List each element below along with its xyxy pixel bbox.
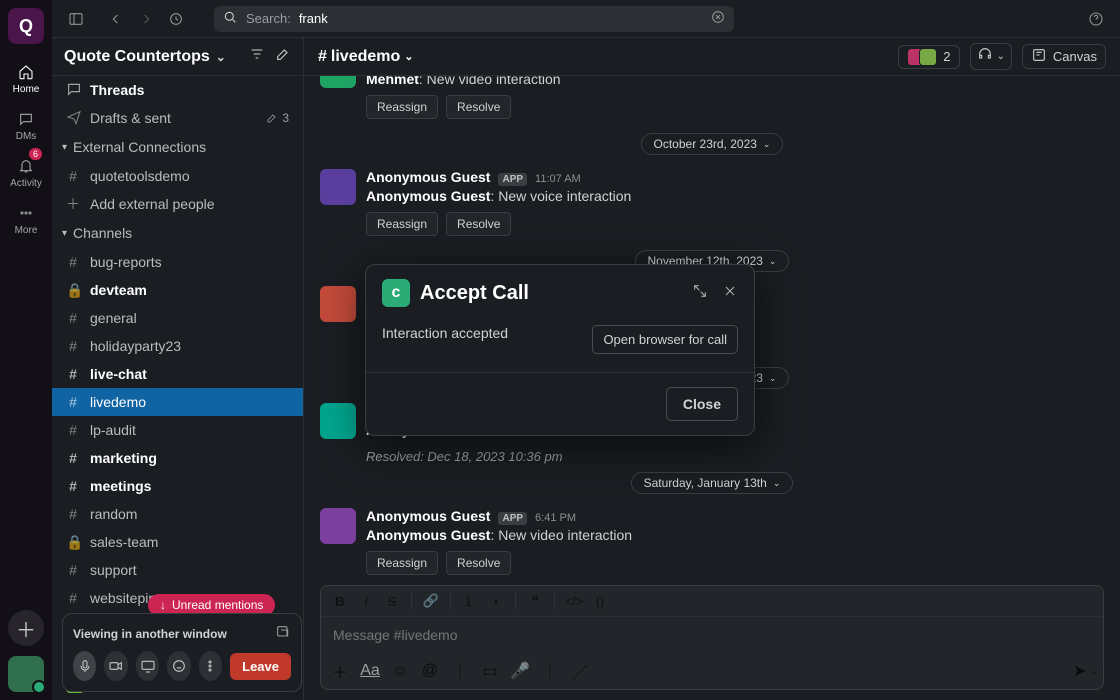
app-icon: c [382,279,410,307]
expand-icon[interactable] [692,283,708,304]
close-button[interactable]: Close [666,387,738,421]
close-icon[interactable] [722,283,738,304]
modal-title: Accept Call [420,282,529,305]
accept-call-modal: c Accept Call Open browser for call Inte… [365,264,755,436]
modal-overlay: c Accept Call Open browser for call Inte… [0,0,1120,700]
open-browser-button[interactable]: Open browser for call [592,325,738,354]
